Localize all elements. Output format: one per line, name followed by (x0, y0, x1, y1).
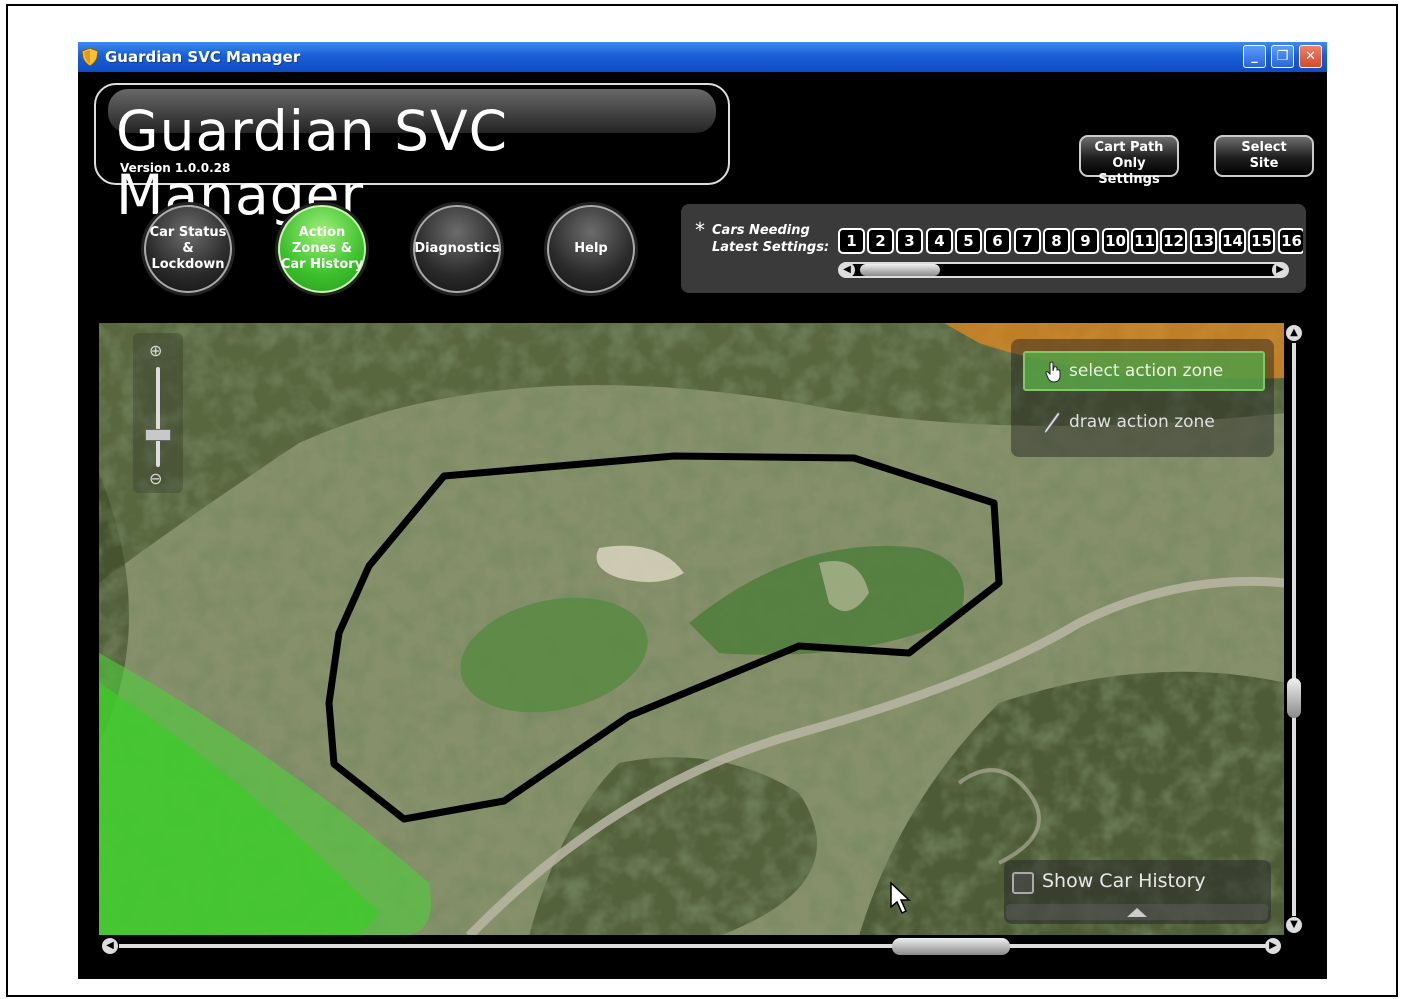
draw-action-zone-label: draw action zone (1069, 412, 1215, 432)
zoom-out-icon[interactable]: ⊖ (149, 469, 162, 488)
car-number-button[interactable]: 4 (926, 228, 953, 254)
expand-up-icon[interactable] (1125, 906, 1149, 918)
draw-action-zone-button[interactable]: draw action zone (1023, 409, 1215, 435)
zoom-slider-track[interactable] (156, 367, 160, 467)
title-bar[interactable]: Guardian SVC Manager _ ❐ ✕ (78, 42, 1327, 72)
shield-icon (82, 48, 98, 66)
car-number-button[interactable]: 7 (1014, 228, 1041, 254)
satellite-map[interactable]: ⊕ ⊖ select action zone draw action zone … (99, 323, 1286, 936)
scroll-left-icon[interactable]: ◀ (102, 938, 118, 954)
scroll-down-icon[interactable]: ▼ (1286, 917, 1302, 933)
pencil-icon (1043, 411, 1061, 435)
car-history-panel: Show Car History (1004, 860, 1271, 924)
vertical-track[interactable] (1292, 343, 1296, 916)
action-zone-tools-panel: select action zone draw action zone (1011, 339, 1274, 457)
nav-action-zones-car-history[interactable]: Action Zones & Car History (278, 205, 366, 293)
scroll-left-icon[interactable]: ◀ (839, 262, 855, 278)
show-car-history-checkbox[interactable] (1012, 872, 1034, 894)
select-site-button[interactable]: Select Site (1214, 135, 1314, 177)
map-horizontal-scrollbar[interactable]: ◀ ▶ (99, 935, 1286, 957)
select-action-zone-label: select action zone (1069, 361, 1224, 381)
car-number-button[interactable]: 12 (1160, 228, 1187, 254)
cars-needing-label-line2: Latest Settings: (712, 240, 830, 255)
car-number-button[interactable]: 14 (1219, 228, 1246, 254)
cars-scroll-thumb[interactable] (860, 264, 940, 276)
car-number-button[interactable]: 10 (1102, 228, 1129, 254)
nav-diagnostics[interactable]: Diagnostics (413, 205, 501, 293)
car-number-button[interactable]: 2 (867, 228, 894, 254)
scroll-right-icon[interactable]: ▶ (1272, 262, 1288, 278)
nav-help[interactable]: Help (547, 205, 635, 293)
car-number-button[interactable]: 6 (984, 228, 1011, 254)
vertical-scroll-thumb[interactable] (1287, 678, 1301, 718)
car-number-button[interactable]: 16 (1278, 228, 1303, 254)
car-number-button[interactable]: 1 (838, 228, 865, 254)
zoom-in-icon[interactable]: ⊕ (149, 341, 162, 360)
history-expand-bar[interactable] (1006, 904, 1268, 920)
cars-needing-label-line1: Cars Needing (712, 223, 810, 238)
car-number-button[interactable]: 5 (955, 228, 982, 254)
select-action-zone-button[interactable]: select action zone (1023, 351, 1265, 391)
car-number-button[interactable]: 8 (1043, 228, 1070, 254)
map-vertical-scrollbar[interactable]: ▲ ▼ (1284, 323, 1306, 936)
scroll-up-icon[interactable]: ▲ (1286, 325, 1302, 341)
car-number-button[interactable]: 11 (1131, 228, 1158, 254)
horizontal-scroll-thumb[interactable] (892, 938, 1010, 955)
zoom-slider-thumb[interactable] (145, 429, 171, 441)
cars-needing-label: Cars Needing Latest Settings: (712, 222, 829, 256)
zoom-control[interactable]: ⊕ ⊖ (133, 333, 183, 493)
car-number-button[interactable]: 9 (1072, 228, 1099, 254)
show-car-history-label: Show Car History (1042, 870, 1206, 892)
cart-path-only-settings-button[interactable]: Cart Path Only Settings (1079, 135, 1179, 187)
car-number-list: 1 2 3 4 5 6 7 8 9 10 11 12 13 14 15 16 (838, 204, 1303, 264)
window-title: Guardian SVC Manager (105, 48, 301, 66)
car-number-button[interactable]: 13 (1190, 228, 1217, 254)
car-number-button[interactable]: 15 (1248, 228, 1275, 254)
restore-button[interactable]: ❐ (1271, 45, 1294, 68)
app-window: Guardian SVC Manager _ ❐ ✕ Guardian SVC … (78, 42, 1327, 979)
scroll-right-icon[interactable]: ▶ (1265, 938, 1281, 954)
asterisk: * (695, 218, 705, 242)
version-label: Version 1.0.0.28 (120, 161, 231, 175)
app-logo: Guardian SVC Manager Version 1.0.0.28 (94, 83, 730, 227)
car-number-button[interactable]: 3 (896, 228, 923, 254)
nav-car-status-lockdown[interactable]: Car Status & Lockdown (144, 205, 232, 293)
cars-needing-settings-panel: * Cars Needing Latest Settings: 1 2 3 4 … (681, 204, 1306, 293)
horizontal-track[interactable] (119, 944, 1269, 948)
minimize-button[interactable]: _ (1243, 45, 1266, 68)
cars-horizontal-scrollbar[interactable]: ◀ ▶ (838, 262, 1289, 278)
hand-cursor-icon (1045, 361, 1061, 383)
close-button[interactable]: ✕ (1299, 45, 1322, 68)
